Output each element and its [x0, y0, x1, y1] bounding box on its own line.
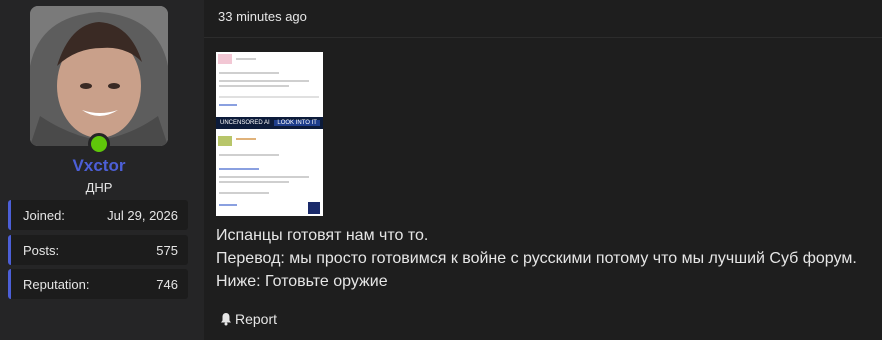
text-line	[236, 138, 256, 140]
message-line: Перевод: мы просто готовимся к войне с р…	[216, 250, 857, 267]
stat-value: 746	[156, 277, 178, 292]
stat-joined: Joined: Jul 29, 2026	[8, 200, 188, 230]
avatar-image	[30, 6, 168, 146]
stat-label: Reputation:	[23, 277, 90, 292]
text-line	[236, 58, 256, 60]
stat-value: 575	[156, 243, 178, 258]
stat-label: Posts:	[23, 243, 60, 258]
message-line: Испанцы готовят нам что то.	[216, 227, 429, 244]
report-button[interactable]: Report	[220, 311, 277, 327]
post-body: 33 minutes ago UNCENSORED AI LOOK INTO I…	[204, 0, 882, 340]
message-line: Ниже: Готовьте оружие	[216, 273, 388, 290]
text-line	[219, 176, 309, 178]
bell-icon	[221, 313, 231, 326]
text-line	[219, 192, 269, 194]
stat-reputation: Reputation: 746	[8, 269, 188, 299]
user-title: ДНР	[85, 180, 113, 195]
banner-right-text: LOOK INTO IT	[274, 120, 320, 126]
stat-label: Joined:	[23, 208, 65, 223]
text-line	[219, 204, 237, 206]
text-line	[219, 85, 289, 87]
text-line	[219, 96, 319, 98]
username[interactable]: Vxctor	[0, 156, 198, 176]
text-line	[219, 80, 309, 82]
divider	[204, 37, 882, 38]
text-line	[219, 154, 279, 156]
post-message: Испанцы готовят нам что то. Перевод: мы …	[216, 224, 857, 293]
image-marker	[308, 202, 320, 214]
stat-value: Jul 29, 2026	[107, 208, 178, 223]
thumbnail	[218, 136, 232, 146]
report-label: Report	[235, 311, 278, 327]
avatar[interactable]	[30, 6, 168, 146]
user-sidebar: Vxctor ДНР Joined: Jul 29, 2026 Posts: 5…	[0, 0, 204, 340]
text-line	[219, 104, 237, 106]
attached-screenshot[interactable]: UNCENSORED AI LOOK INTO IT	[216, 52, 323, 216]
post-timestamp[interactable]: 33 minutes ago	[218, 9, 307, 24]
text-line	[219, 168, 259, 170]
banner-left-text: UNCENSORED AI	[220, 120, 270, 126]
online-status-indicator	[88, 133, 110, 155]
thumbnail	[218, 54, 232, 64]
text-line	[219, 181, 289, 183]
text-line	[219, 72, 279, 74]
attachment-banner: UNCENSORED AI LOOK INTO IT	[216, 117, 323, 129]
stat-posts: Posts: 575	[8, 235, 188, 265]
